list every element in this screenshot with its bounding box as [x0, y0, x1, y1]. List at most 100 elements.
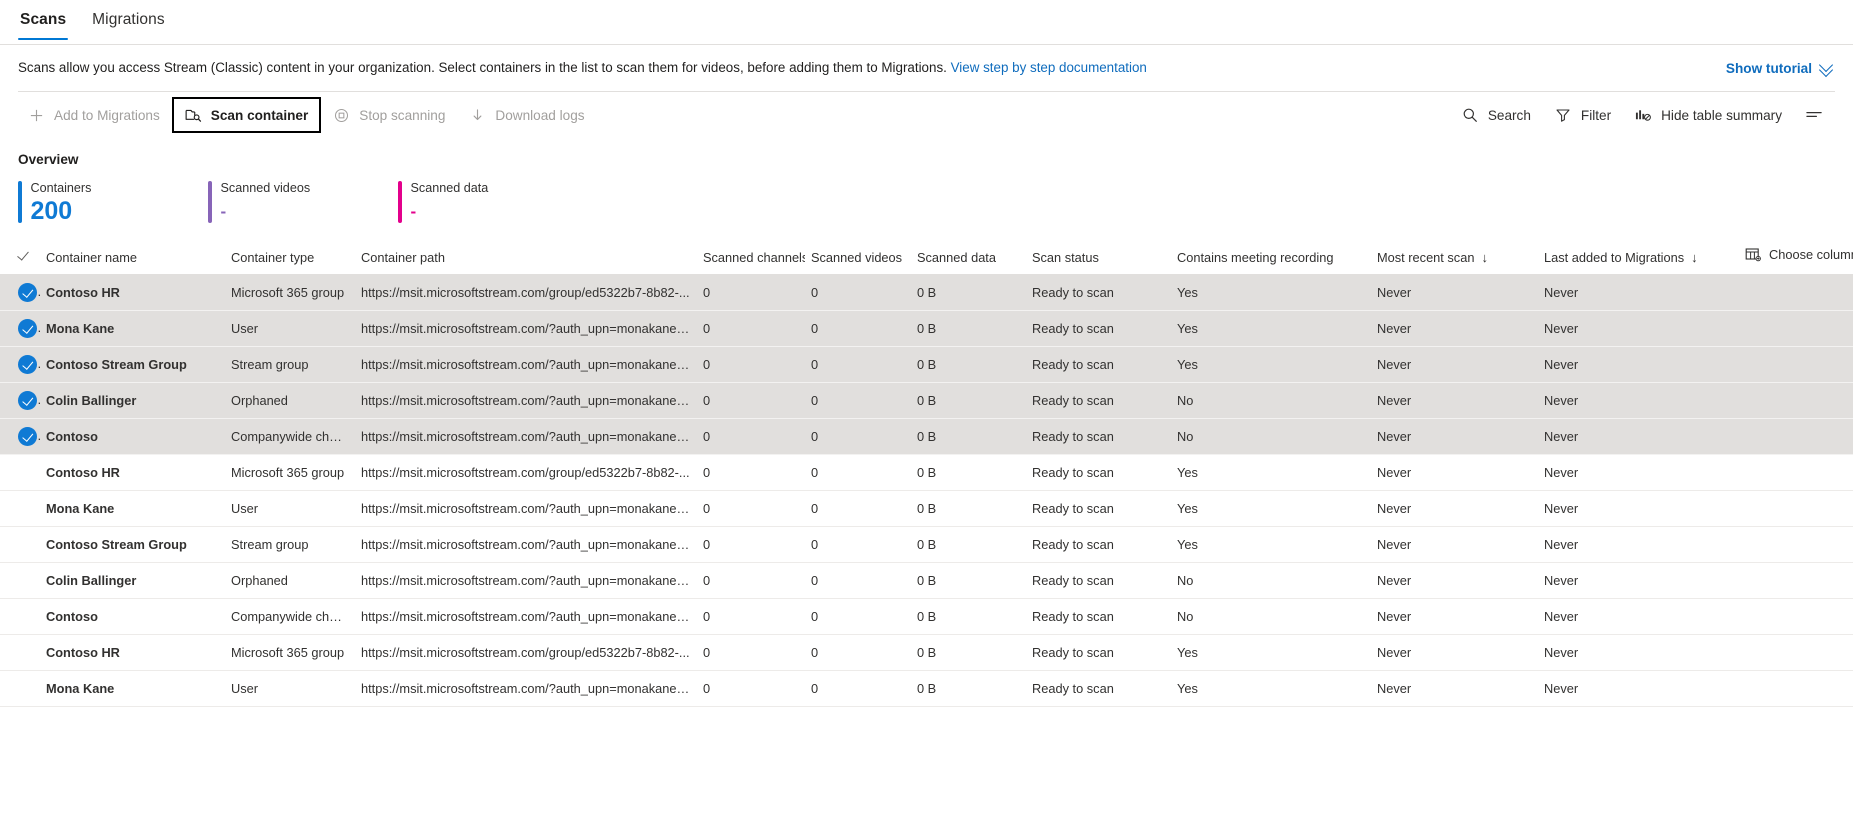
- row-select-cell[interactable]: [0, 275, 40, 311]
- table-row[interactable]: Contoso Stream GroupStream grouphttps://…: [0, 347, 1853, 383]
- cell-scanned-channels: 0: [697, 527, 805, 563]
- row-select-cell[interactable]: [0, 383, 40, 419]
- description-sentence: Scans allow you access Stream (Classic) …: [18, 60, 947, 75]
- cell-contains-meeting-recording: Yes: [1171, 455, 1371, 491]
- row-select-cell[interactable]: [0, 455, 40, 491]
- select-all-header[interactable]: [0, 241, 40, 275]
- cell-scan-status: Ready to scan: [1026, 635, 1171, 671]
- column-header-contains-meeting-recording[interactable]: Contains meeting recording: [1171, 241, 1371, 275]
- row-select-cell[interactable]: [0, 347, 40, 383]
- cell-spacer: [1738, 275, 1853, 311]
- row-select-cell[interactable]: [0, 671, 40, 707]
- cell-most-recent-scan: Never: [1371, 419, 1538, 455]
- column-header-scanned-videos[interactable]: Scanned videos: [805, 241, 911, 275]
- cell-container-path: https://msit.microsoftstream.com/group/e…: [355, 275, 697, 311]
- row-select-cell[interactable]: [0, 563, 40, 599]
- row-select-cell[interactable]: [0, 599, 40, 635]
- cell-contains-meeting-recording: Yes: [1171, 311, 1371, 347]
- tab-bar: Scans Migrations: [0, 0, 1853, 44]
- table-row[interactable]: Contoso HRMicrosoft 365 grouphttps://msi…: [0, 635, 1853, 671]
- download-logs-button[interactable]: Download logs: [457, 97, 596, 133]
- column-header-last-added-to-migrations[interactable]: Last added to Migrations↓: [1538, 241, 1738, 275]
- cell-scan-status: Ready to scan: [1026, 419, 1171, 455]
- cell-scan-status: Ready to scan: [1026, 275, 1171, 311]
- show-tutorial-button[interactable]: Show tutorial: [1726, 61, 1835, 76]
- table-row[interactable]: Mona KaneUserhttps://msit.microsoftstrea…: [0, 311, 1853, 347]
- containers-table: Container name Container type Container …: [0, 241, 1853, 707]
- stat-value-scanned-data: -: [411, 198, 489, 225]
- cell-scan-status: Ready to scan: [1026, 455, 1171, 491]
- cell-most-recent-scan: Never: [1371, 347, 1538, 383]
- row-selected-checkmark-icon[interactable]: [18, 283, 37, 302]
- column-header-container-type[interactable]: Container type: [225, 241, 355, 275]
- stop-scanning-button[interactable]: Stop scanning: [321, 97, 457, 133]
- column-label: Last added to Migrations: [1544, 250, 1684, 265]
- column-header-container-name[interactable]: Container name: [40, 241, 225, 275]
- cell-container-type: Microsoft 365 group: [225, 455, 355, 491]
- column-header-container-path[interactable]: Container path: [355, 241, 697, 275]
- select-all-checkmark-icon[interactable]: [18, 248, 32, 262]
- stat-value-scanned-videos: -: [221, 198, 311, 225]
- search-button[interactable]: Search: [1450, 97, 1543, 133]
- cell-container-type: Stream group: [225, 527, 355, 563]
- table-header: Container name Container type Container …: [0, 241, 1853, 275]
- view-options-icon: [1806, 107, 1823, 124]
- choose-columns-header[interactable]: Choose columns: [1738, 241, 1853, 275]
- column-header-scanned-data[interactable]: Scanned data: [911, 241, 1026, 275]
- table-row[interactable]: Colin BallingerOrphanedhttps://msit.micr…: [0, 383, 1853, 419]
- column-label: Scan status: [1032, 250, 1099, 265]
- table-body: Contoso HRMicrosoft 365 grouphttps://msi…: [0, 275, 1853, 707]
- view-options-button[interactable]: [1794, 97, 1835, 133]
- description-row: Scans allow you access Stream (Classic) …: [0, 45, 1853, 91]
- cell-last-added-to-migrations: Never: [1538, 383, 1738, 419]
- cell-scan-status: Ready to scan: [1026, 527, 1171, 563]
- add-to-migrations-button[interactable]: Add to Migrations: [16, 97, 172, 133]
- table-row[interactable]: Contoso Stream GroupStream grouphttps://…: [0, 527, 1853, 563]
- table-row[interactable]: Mona KaneUserhttps://msit.microsoftstrea…: [0, 671, 1853, 707]
- table-row[interactable]: Mona KaneUserhttps://msit.microsoftstrea…: [0, 491, 1853, 527]
- row-select-cell[interactable]: [0, 419, 40, 455]
- tab-scans[interactable]: Scans: [18, 8, 68, 40]
- table-row[interactable]: Contoso HRMicrosoft 365 grouphttps://msi…: [0, 455, 1853, 491]
- cell-scanned-channels: 0: [697, 347, 805, 383]
- row-selected-checkmark-icon[interactable]: [18, 319, 37, 338]
- cell-most-recent-scan: Never: [1371, 599, 1538, 635]
- scan-container-button[interactable]: Scan container: [172, 97, 321, 133]
- table-header-row: Container name Container type Container …: [0, 241, 1853, 275]
- column-header-most-recent-scan[interactable]: Most recent scan↓: [1371, 241, 1538, 275]
- cell-contains-meeting-recording: Yes: [1171, 491, 1371, 527]
- row-selected-checkmark-icon[interactable]: [18, 355, 37, 374]
- table-row[interactable]: ContosoCompanywide channelhttps://msit.m…: [0, 419, 1853, 455]
- choose-columns-button[interactable]: Choose columns: [1744, 246, 1853, 263]
- tab-migrations[interactable]: Migrations: [90, 8, 167, 40]
- row-select-cell[interactable]: [0, 311, 40, 347]
- table-row[interactable]: Colin BallingerOrphanedhttps://msit.micr…: [0, 563, 1853, 599]
- row-select-cell[interactable]: [0, 491, 40, 527]
- table-row[interactable]: Contoso HRMicrosoft 365 grouphttps://msi…: [0, 275, 1853, 311]
- column-label: Scanned channels: [703, 250, 805, 265]
- stat-card-scanned-videos: Scanned videos -: [208, 181, 398, 225]
- stop-icon: [333, 107, 350, 124]
- cell-spacer: [1738, 455, 1853, 491]
- overview-section: Overview Containers 200 Scanned videos -…: [0, 138, 1853, 225]
- cell-scanned-videos: 0: [805, 671, 911, 707]
- cell-contains-meeting-recording: Yes: [1171, 671, 1371, 707]
- row-selected-checkmark-icon[interactable]: [18, 391, 37, 410]
- stat-card-containers: Containers 200: [18, 181, 208, 225]
- row-select-cell[interactable]: [0, 527, 40, 563]
- column-header-scan-status[interactable]: Scan status: [1026, 241, 1171, 275]
- row-select-cell[interactable]: [0, 635, 40, 671]
- filter-button[interactable]: Filter: [1543, 97, 1623, 133]
- row-selected-checkmark-icon[interactable]: [18, 427, 37, 446]
- table-row[interactable]: ContosoCompanywide channelhttps://msit.m…: [0, 599, 1853, 635]
- hide-table-summary-button[interactable]: Hide table summary: [1623, 97, 1794, 133]
- filter-icon: [1555, 107, 1572, 124]
- column-header-scanned-channels[interactable]: Scanned channels: [697, 241, 805, 275]
- scan-container-icon: [185, 107, 202, 124]
- cell-container-name: Mona Kane: [40, 491, 225, 527]
- cell-scanned-data: 0 B: [911, 383, 1026, 419]
- cell-last-added-to-migrations: Never: [1538, 419, 1738, 455]
- step-by-step-documentation-link[interactable]: View step by step documentation: [951, 60, 1147, 75]
- cell-last-added-to-migrations: Never: [1538, 635, 1738, 671]
- cell-container-path: https://msit.microsoftstream.com/?auth_u…: [355, 527, 697, 563]
